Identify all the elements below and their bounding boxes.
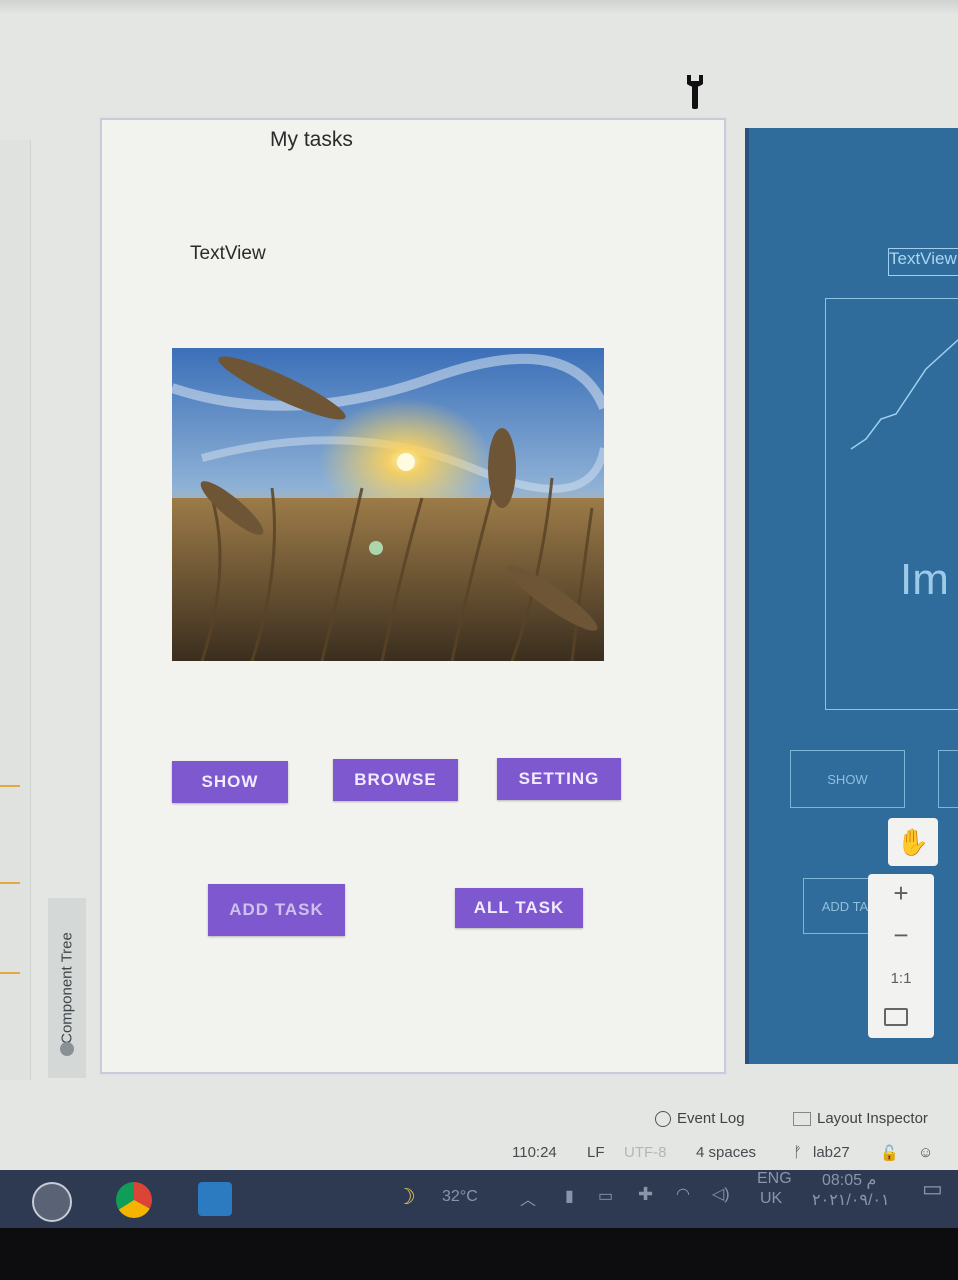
git-branch-icon: ᚠ (793, 1144, 803, 1161)
clock-date[interactable]: ٢٠٢١/٠٩/٠١ (812, 1190, 890, 1210)
monitor-bezel-top (0, 0, 958, 14)
security-icon[interactable]: ✚ (638, 1184, 653, 1205)
app-w-icon[interactable] (32, 1182, 72, 1222)
lock-icon[interactable]: 🔓 (880, 1144, 899, 1162)
all-task-button[interactable]: ALL TASK (455, 888, 583, 928)
blueprint-textview: TextView (888, 248, 958, 276)
phone-title: My tasks (270, 128, 353, 151)
line-ending[interactable]: LF (587, 1144, 605, 1161)
event-log-label: Event Log (677, 1110, 745, 1127)
blueprint-browse-button[interactable] (938, 750, 958, 808)
git-branch[interactable]: lab27 (813, 1144, 850, 1161)
chrome-icon[interactable] (116, 1182, 152, 1218)
component-tree-icon (60, 1042, 74, 1056)
event-log-icon (655, 1110, 671, 1127)
blueprint-show-button[interactable]: SHOW (790, 750, 905, 808)
pan-hand-icon[interactable]: ✋ (888, 818, 938, 866)
layout-inspector-tab[interactable]: Layout Inspector (793, 1110, 928, 1127)
notification-icon[interactable]: ▭ (922, 1176, 943, 1202)
wheat-field-image (172, 348, 604, 661)
monitor-bezel-bottom (0, 1228, 958, 1280)
windows-taskbar: ☽ 32°C ︿ ▮ ▭ ✚ ◠ ◁) ENG UK 08:05 م ٢٠٢١/… (0, 1170, 958, 1228)
ruler-mark (0, 882, 20, 884)
clock-time[interactable]: 08:05 م (822, 1170, 876, 1190)
volume-icon[interactable]: ◁) (712, 1184, 730, 1204)
chevron-up-icon[interactable]: ︿ (520, 1186, 536, 1210)
ruler-mark (0, 785, 20, 787)
visual-studio-icon[interactable] (198, 1182, 232, 1216)
zoom-fit-icon[interactable] (884, 1008, 908, 1026)
language-region: UK (760, 1190, 783, 1207)
event-log-tab[interactable]: Event Log (655, 1110, 745, 1127)
wrench-icon[interactable] (680, 72, 710, 112)
battery-icon[interactable]: ▭ (598, 1186, 613, 1206)
zoom-out-button[interactable]: − (868, 920, 934, 951)
layout-inspector-icon (793, 1111, 811, 1126)
blueprint-image-frame (825, 298, 958, 710)
component-tree-tab[interactable]: Component Tree (48, 898, 86, 1078)
blueprint-image-label: Im (900, 555, 949, 604)
zoom-actual-size-button[interactable]: 1:1 (868, 970, 934, 987)
browse-button[interactable]: BROWSE (333, 759, 458, 801)
file-encoding[interactable]: UTF-8 (624, 1144, 667, 1161)
phone-textview: TextView (190, 243, 266, 264)
palette-panel-edge (0, 140, 31, 1080)
weather-moon-icon: ☽ (396, 1184, 416, 1209)
temperature[interactable]: 32°C (442, 1188, 478, 1206)
wifi-icon[interactable]: ◠ (676, 1184, 690, 1204)
component-tree-label: Component Tree (58, 932, 76, 1044)
feedback-smiley-icon[interactable]: ☺ (918, 1144, 933, 1161)
ruler-mark (0, 972, 20, 974)
show-button[interactable]: SHOW (172, 761, 288, 803)
layout-inspector-label: Layout Inspector (817, 1110, 928, 1127)
indent-setting[interactable]: 4 spaces (696, 1144, 756, 1161)
language-indicator[interactable]: ENG (757, 1170, 792, 1188)
status-bar: 110:24 LF UTF-8 4 spaces ᚠ lab27 🔓 ☺ (0, 1138, 958, 1168)
zoom-in-button[interactable]: + (868, 878, 934, 909)
usb-icon[interactable]: ▮ (565, 1186, 574, 1206)
add-task-button[interactable]: ADD TASK (208, 884, 345, 936)
setting-button[interactable]: SETTING (497, 758, 621, 800)
zoom-toolbar: + − 1:1 (868, 874, 934, 1038)
caret-position[interactable]: 110:24 (512, 1144, 557, 1161)
blueprint-placeholder-graphic (850, 338, 958, 450)
